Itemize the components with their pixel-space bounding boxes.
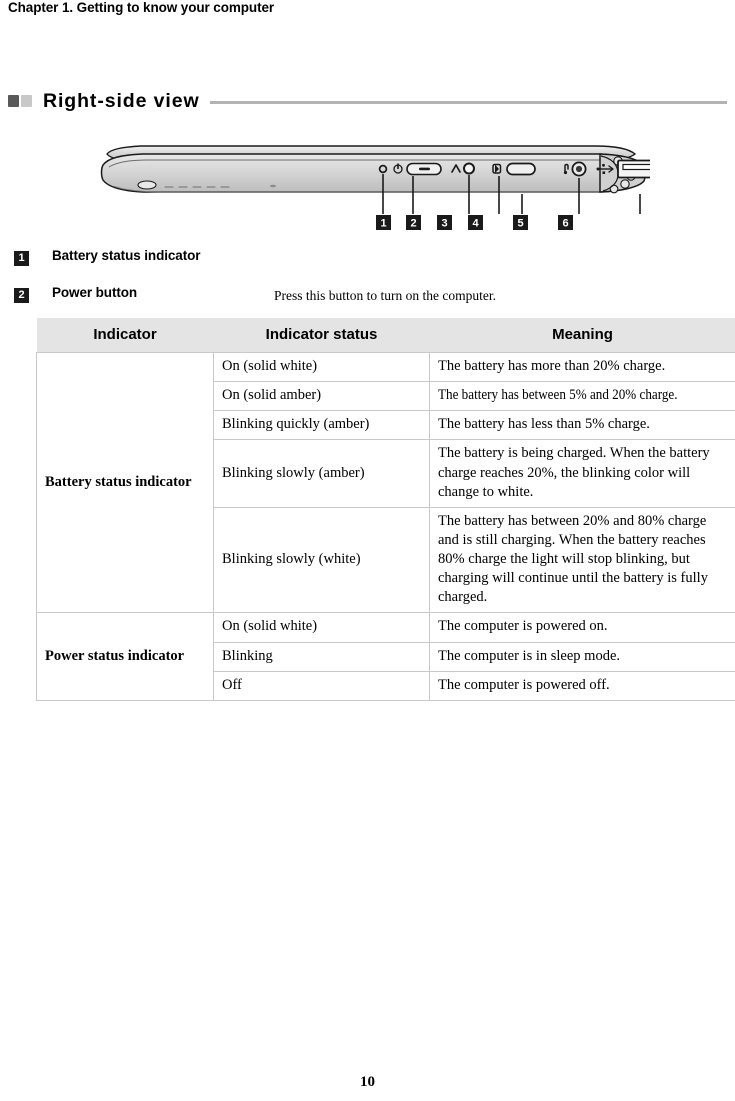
table-cell-meaning: The battery has less than 5% charge.	[429, 410, 735, 441]
table-cell-meaning: The computer is powered on.	[429, 612, 735, 643]
item-number-badge-2: 2	[14, 288, 29, 303]
laptop-foot-bump	[137, 180, 157, 190]
callout-badge-3-label: 3	[441, 218, 447, 230]
callout-badge-6-label: 6	[562, 218, 568, 230]
section-heading: Right-side view	[8, 88, 727, 114]
laptop-small-dot	[270, 184, 276, 188]
callout-badges: 1 2 3 4 5 6	[376, 215, 573, 230]
table-cell-status: Blinking quickly (amber)	[213, 410, 430, 441]
list-item: 2 Power button Press this button to turn…	[8, 285, 727, 322]
callout-badge-1-label: 1	[380, 218, 386, 230]
audio-jack-hole	[575, 165, 583, 173]
item-description-power-button: Press this button to turn on the compute…	[274, 288, 496, 303]
table-rowgroup-battery-status-indicator: Battery status indicator	[36, 351, 214, 614]
table-header-indicator: Indicator	[36, 318, 214, 353]
item-label-battery-status-indicator: Battery status indicator	[52, 248, 201, 263]
novo-button[interactable]	[463, 162, 475, 175]
table-header-row: Indicator Indicator status Meaning	[36, 318, 735, 353]
right-side-view-figure: 1 2 3 4 5 6	[95, 136, 650, 236]
table-cell-meaning: The battery has between 20% and 80% char…	[429, 506, 735, 614]
table-cell-status: Blinking slowly (white)	[213, 506, 430, 614]
item-label-power-button: Power button	[52, 285, 138, 300]
table-cell-meaning: The computer is powered off.	[429, 670, 735, 701]
table-row: Battery status indicator On (solid white…	[36, 351, 735, 614]
table-cell-status: On (solid amber)	[213, 381, 430, 412]
table-cell-status: Blinking slowly (amber)	[213, 439, 430, 508]
usb-3-port-inner	[622, 163, 650, 171]
table-row: Power status indicator On (solid white) …	[36, 612, 735, 701]
table-cell-meaning: The battery has between 5% and 20% charg…	[429, 381, 735, 412]
indicator-status-table: Indicator Indicator status Meaning Batte…	[36, 318, 735, 701]
table-cell-status: On (solid white)	[213, 351, 430, 383]
bullet-square-dark-icon	[8, 95, 19, 107]
item-number-badge-1: 1	[14, 251, 29, 266]
bullet-square-light-icon	[21, 95, 32, 107]
table-cell-status: On (solid white)	[213, 612, 430, 643]
table-cell-meaning: The computer is in sleep mode.	[429, 641, 735, 672]
table-cell-meaning-text: The battery has between 5% and 20% charg…	[438, 387, 678, 404]
section-title: Right-side view	[43, 89, 200, 112]
callout-badge-4-label: 4	[472, 218, 479, 230]
table-rowgroup-power-status-indicator: Power status indicator	[36, 612, 214, 701]
table-cell-status: Off	[213, 670, 430, 701]
volume-button[interactable]	[506, 162, 536, 176]
chapter-running-head: Chapter 1. Getting to know your computer	[8, 0, 275, 15]
callout-badge-2-label: 2	[410, 218, 416, 230]
page-number: 10	[360, 1074, 375, 1090]
power-button-slot	[419, 167, 430, 171]
component-item-list: 1 Battery status indicator 2 Power butto…	[8, 248, 727, 322]
table-cell-meaning: The battery has more than 20% charge.	[429, 351, 735, 383]
callout-badge-5-label: 5	[517, 218, 523, 230]
table-header-meaning: Meaning	[429, 318, 735, 353]
section-divider-rule	[209, 101, 727, 104]
table-cell-meaning: The battery is being charged. When the b…	[429, 439, 735, 508]
list-item: 1 Battery status indicator	[8, 248, 727, 285]
table-header-indicator-status: Indicator status	[213, 318, 430, 353]
table-cell-status: Blinking	[213, 641, 430, 672]
hinge-circle-4	[620, 179, 630, 189]
